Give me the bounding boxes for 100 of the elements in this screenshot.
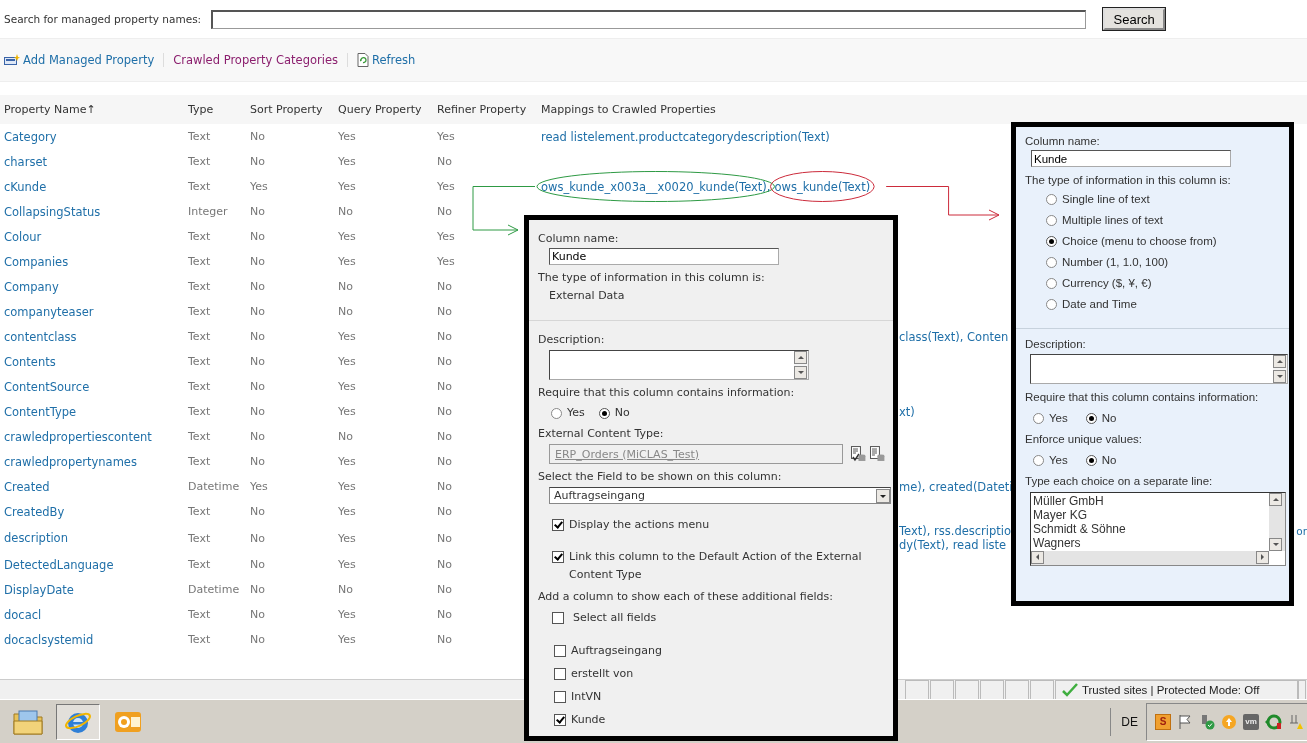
checkbox[interactable] — [554, 691, 566, 703]
property-link[interactable]: docaclsystemid — [4, 632, 94, 647]
property-link[interactable]: crawledpropertynames — [4, 454, 137, 469]
checkbox[interactable] — [554, 668, 566, 680]
scroll-down-button[interactable] — [1269, 538, 1282, 551]
property-link[interactable]: Category — [4, 129, 57, 144]
property-link[interactable]: DetectedLanguage — [4, 557, 114, 572]
mapping-link[interactable]: Text), rss.descriptio — [899, 524, 1012, 538]
toolbar-link[interactable]: Refresh — [356, 53, 416, 67]
table-cell: No — [250, 633, 265, 646]
property-link[interactable]: contentclass — [4, 329, 77, 344]
tray-icon[interactable]: S — [1155, 713, 1171, 730]
field-label: Type each choice on a separate line: — [1025, 474, 1214, 488]
choices-field[interactable]: Müller GmbH Mayer KG Schmidt & Söhne Wagners — [1030, 492, 1286, 566]
tray-icon[interactable]: vm — [1243, 713, 1259, 730]
table-cell: No — [437, 430, 452, 443]
table-cell: Text — [188, 305, 211, 318]
mapping-link[interactable]: read listelement.productcategorydescription(Text) — [541, 129, 830, 144]
radio-button[interactable] — [551, 407, 562, 419]
column-header[interactable]: Mappings to Crawled Properties — [541, 103, 716, 116]
scroll-up-button[interactable] — [1269, 493, 1282, 506]
checkbox[interactable] — [554, 645, 566, 657]
radio-button[interactable] — [1046, 214, 1057, 226]
property-link[interactable]: Colour — [4, 229, 42, 244]
table-cell: No — [250, 330, 265, 343]
checkbox[interactable] — [552, 519, 564, 531]
content-type-field[interactable]: ERP_Orders (MiCLAS_Test) — [549, 444, 844, 464]
property-link[interactable]: charset — [4, 154, 47, 169]
search-button[interactable]: Search — [1103, 8, 1166, 30]
language-indicator[interactable]: DE — [1110, 707, 1146, 736]
table-cell: Yes — [338, 380, 356, 393]
radio-button[interactable] — [1046, 256, 1057, 268]
property-link[interactable]: docacl — [4, 607, 42, 622]
property-link[interactable]: crawledpropertiescontent — [4, 429, 152, 444]
checkbox[interactable] — [552, 612, 564, 624]
property-link[interactable]: Companies — [4, 254, 69, 269]
field-label: Require that this column contains information: — [538, 386, 796, 400]
toolbar-link[interactable]: Add Managed Property — [4, 53, 155, 67]
property-link[interactable]: CreatedBy — [4, 504, 65, 519]
property-link[interactable]: Created — [4, 479, 50, 494]
property-link[interactable]: companyteaser — [4, 304, 94, 319]
mapping-link[interactable]: or — [1296, 524, 1307, 552]
browse-database-icon[interactable] — [869, 445, 885, 463]
scroll-left-button[interactable] — [1031, 551, 1044, 564]
radio-button[interactable] — [1046, 193, 1057, 205]
mapping-link[interactable]: class(Text), Conten — [899, 329, 1009, 344]
table-cell: Text — [188, 230, 211, 243]
property-link[interactable]: description — [4, 531, 68, 545]
radio-button[interactable] — [1033, 454, 1044, 466]
description-field[interactable] — [1030, 354, 1288, 384]
radio-button[interactable] — [1033, 412, 1044, 424]
table-cell: Yes — [338, 455, 356, 468]
property-link[interactable]: ContentSource — [4, 379, 90, 394]
radio-button[interactable] — [1046, 235, 1057, 247]
property-link[interactable]: cKunde — [4, 179, 47, 194]
toolbar-link[interactable]: Crawled Property Categories — [173, 53, 338, 67]
property-link[interactable]: ContentType — [4, 404, 77, 419]
property-link[interactable]: CollapsingStatus — [4, 204, 101, 219]
scroll-up-button[interactable] — [1273, 355, 1286, 368]
radio-button[interactable] — [1046, 277, 1057, 289]
description-field[interactable] — [549, 350, 809, 380]
radio-button[interactable] — [598, 407, 610, 419]
scroll-down-button[interactable] — [794, 366, 807, 379]
check-database-icon[interactable] — [850, 445, 867, 463]
table-cell: Yes — [338, 155, 356, 168]
flag-icon[interactable] — [1177, 713, 1193, 730]
scroll-right-button[interactable] — [1256, 551, 1269, 564]
mapping-link[interactable]: me), created(Dateti — [899, 479, 1013, 494]
table-cell: No — [338, 305, 353, 318]
status-text: Trusted sites | Protected Mode: Off — [1081, 684, 1260, 696]
scroll-down-button[interactable] — [1273, 370, 1286, 383]
table-cell: No — [437, 380, 452, 393]
table-cell: Text — [188, 405, 211, 418]
table-cell: No — [437, 455, 452, 468]
search-field[interactable] — [211, 9, 1087, 29]
field-dropdown[interactable]: Auftragseingang — [549, 487, 891, 504]
property-link[interactable]: Company — [4, 279, 59, 294]
annotation-arrow — [472, 186, 536, 236]
sync-icon[interactable] — [1265, 713, 1283, 730]
mapping-link[interactable]: dy(Text), read liste — [899, 538, 1012, 552]
plug-icon[interactable] — [1199, 713, 1215, 730]
column-name-field[interactable]: Kunde — [549, 248, 779, 265]
column-header[interactable]: Type — [188, 103, 214, 116]
mapping-link[interactable]: ows_kunde(Text) — [774, 179, 871, 194]
mapping-link[interactable]: ows_kunde_x003a__x0020_kunde(Text), — [541, 179, 771, 194]
scroll-up-button[interactable] — [794, 351, 807, 364]
column-name-field[interactable]: Kunde — [1031, 150, 1231, 167]
checkbox[interactable] — [552, 551, 564, 563]
mapping-link[interactable]: xt) — [899, 404, 915, 419]
field-label: Description: — [538, 333, 606, 347]
table-cell: Datetime — [188, 480, 240, 493]
property-link[interactable]: Contents — [4, 354, 56, 369]
radio-button[interactable] — [1085, 454, 1097, 466]
checkbox[interactable] — [554, 714, 566, 726]
radio-button[interactable] — [1046, 298, 1057, 310]
table-cell: Text — [188, 180, 211, 193]
property-link[interactable]: DisplayDate — [4, 582, 74, 597]
taskbar-button[interactable] — [56, 703, 100, 740]
table-cell: No — [250, 558, 265, 571]
radio-button[interactable] — [1085, 412, 1097, 424]
